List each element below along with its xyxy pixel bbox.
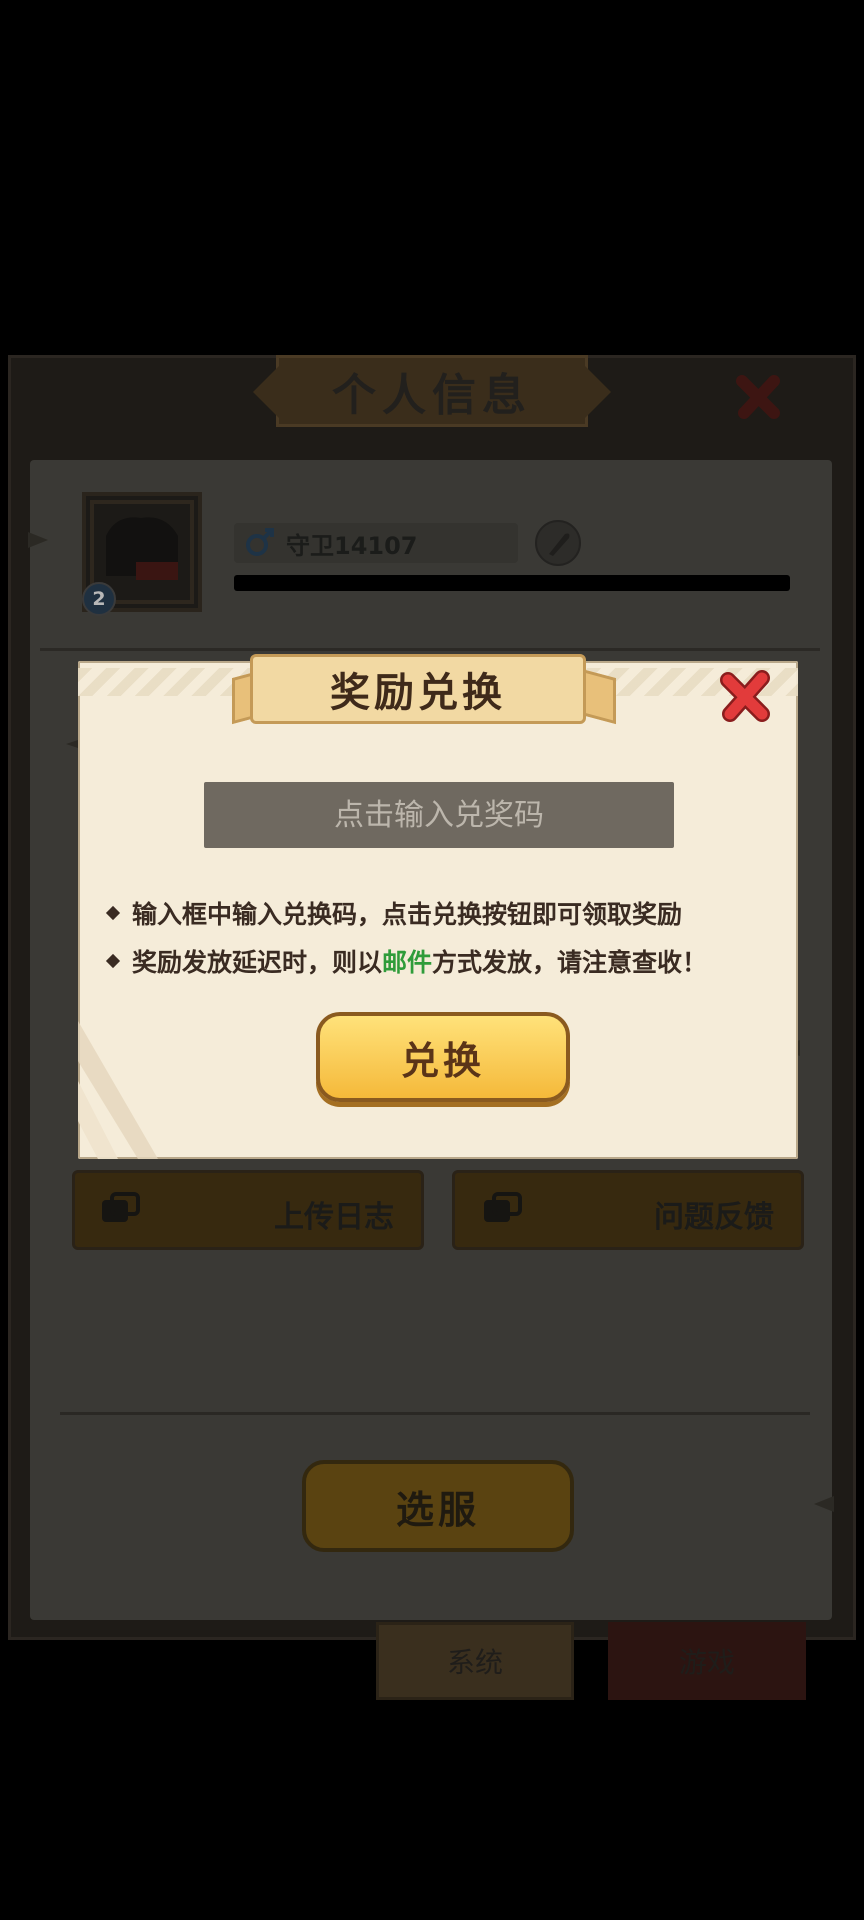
- select-server-button[interactable]: 选服: [302, 1460, 574, 1552]
- tab-game-label: 游戏: [678, 1646, 735, 1679]
- profile-title: 个人信息: [332, 370, 532, 421]
- dialog-title-ribbon: 奖励兑换: [250, 654, 586, 724]
- tab-game[interactable]: 游戏: [608, 1622, 806, 1700]
- feedback-label: 问题反馈: [654, 1200, 774, 1235]
- tip-text: 奖励发放延迟时，则以: [132, 948, 383, 977]
- bullet-diamond-icon: [105, 953, 121, 969]
- redeem-code-input[interactable]: [204, 782, 674, 848]
- redeem-button[interactable]: 兑换: [316, 1012, 570, 1102]
- bullet-diamond-icon: [105, 905, 121, 921]
- decor-shard: [28, 532, 48, 548]
- tab-system[interactable]: 系统: [376, 1622, 574, 1700]
- tip-text: 方式发放，请注意查收！: [432, 948, 708, 977]
- male-gender-icon: [242, 524, 278, 560]
- profile-close-icon[interactable]: [733, 370, 785, 422]
- upload-log-label: 上传日志: [274, 1200, 394, 1235]
- select-server-label: 选服: [395, 1487, 480, 1532]
- profile-title-bar: 个人信息: [253, 355, 611, 427]
- dialog-title: 奖励兑换: [330, 670, 506, 716]
- level-badge: 2: [82, 582, 116, 616]
- chat-box-icon: [98, 1190, 142, 1230]
- tip-line-2: 奖励发放延迟时，则以邮件方式发放，请注意查收！: [105, 943, 708, 979]
- user-name: 守卫14107: [286, 532, 418, 560]
- close-icon[interactable]: [716, 666, 776, 726]
- chat-box-icon: [480, 1190, 524, 1230]
- tip-text: 输入框中输入兑换码，点击兑换按钮即可领取奖励: [132, 900, 683, 929]
- mail-highlight: 邮件: [382, 948, 433, 977]
- edit-feather-icon[interactable]: [535, 520, 581, 566]
- redeem-button-label: 兑换: [400, 1038, 485, 1083]
- divider: [40, 648, 820, 651]
- screen: 个人信息 2 守卫14107 上传日志 问题反馈 选服 系统 游戏 奖励兑换 点…: [0, 0, 864, 1920]
- decor-shard: [814, 1496, 834, 1512]
- divider: [60, 1412, 810, 1415]
- tip-line-1: 输入框中输入兑换码，点击兑换按钮即可领取奖励: [105, 895, 683, 931]
- exp-bar: [234, 575, 790, 591]
- tab-system-label: 系统: [446, 1646, 503, 1679]
